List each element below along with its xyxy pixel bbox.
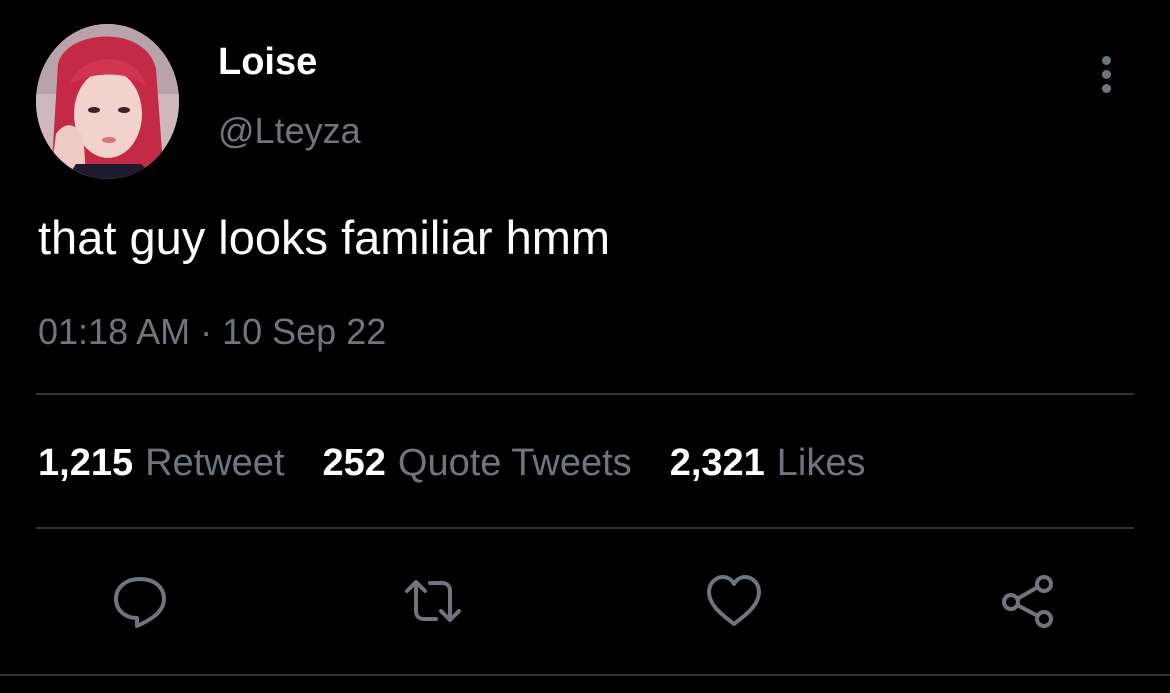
retweet-label: Retweet: [145, 442, 285, 484]
likes-stat[interactable]: 2,321 Likes: [670, 438, 866, 488]
retweet-button[interactable]: [403, 571, 463, 631]
likes-count: 2,321: [669, 442, 765, 484]
divider: [36, 527, 1134, 529]
quote-tweets-count: 252: [322, 442, 386, 484]
share-icon: [1002, 575, 1053, 628]
divider: [0, 674, 1170, 676]
engagement-stats: 1,215 Retweet 252 Quote Tweets 2,321 Lik…: [38, 438, 904, 488]
quote-tweets-label: Quote Tweets: [397, 442, 632, 484]
avatar[interactable]: [36, 24, 179, 179]
tweet-detail: Loise @Lteyza that guy looks familiar hm…: [0, 0, 1170, 693]
like-button[interactable]: [704, 571, 764, 631]
retweet-count-stat[interactable]: 1,215 Retweet: [38, 438, 285, 488]
quote-tweets-stat[interactable]: 252 Quote Tweets: [323, 438, 632, 488]
reply-icon: [114, 577, 166, 628]
divider: [36, 393, 1134, 395]
retweet-icon: [405, 580, 461, 622]
tweet-text: that guy looks familiar hmm: [38, 211, 611, 264]
display-name[interactable]: Loise: [218, 40, 317, 84]
share-button[interactable]: [998, 571, 1058, 631]
reply-button[interactable]: [110, 571, 170, 631]
heart-icon: [707, 575, 761, 626]
likes-label: Likes: [776, 442, 866, 484]
more-options-icon[interactable]: [1090, 54, 1124, 96]
user-handle[interactable]: @Lteyza: [218, 110, 361, 152]
tweet-timestamp[interactable]: 01:18 AM · 10 Sep 22: [38, 310, 386, 354]
retweet-count: 1,215: [38, 442, 134, 484]
